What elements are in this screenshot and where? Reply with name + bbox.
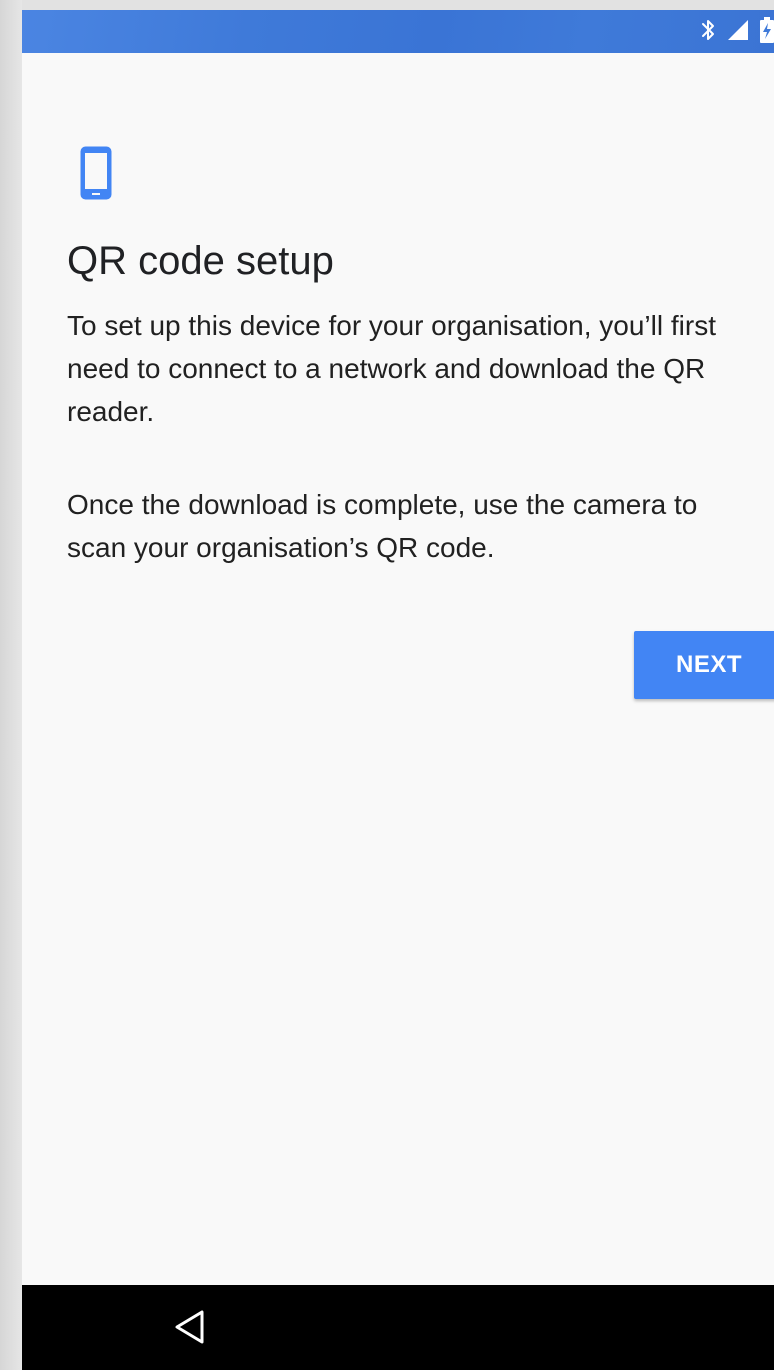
status-icons	[690, 16, 774, 48]
signal-icon	[726, 18, 750, 47]
page-title: QR code setup	[67, 239, 334, 283]
battery-charging-icon	[760, 16, 774, 48]
status-bar	[22, 10, 774, 53]
back-button[interactable]	[170, 1307, 210, 1347]
smartphone-icon	[79, 145, 113, 201]
scan-instructions: Once the download is complete, use the c…	[67, 489, 698, 563]
next-button[interactable]: NEXT	[634, 631, 774, 699]
setup-instructions: To set up this device for your organisat…	[67, 310, 716, 427]
back-icon	[175, 1310, 204, 1344]
navigation-bar	[22, 1285, 774, 1370]
device-screen: QR code setup To set up this device for …	[22, 10, 774, 1370]
bluetooth-icon	[700, 18, 716, 47]
window-left-edge	[0, 0, 22, 1370]
window-top-edge	[0, 0, 774, 10]
